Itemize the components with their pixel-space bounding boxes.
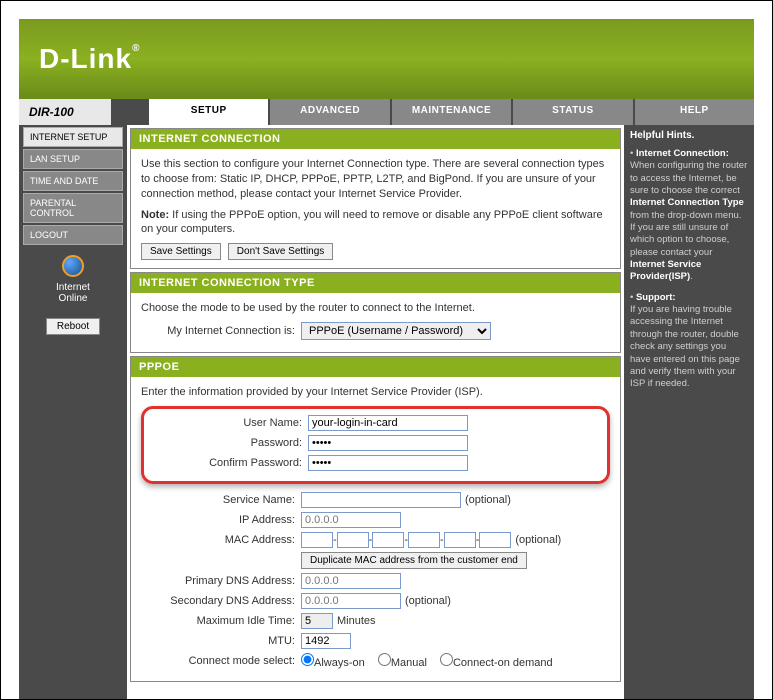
status-line2: Online [59, 293, 88, 304]
sidebar-item-time-date[interactable]: TIME AND DATE [23, 171, 123, 191]
password-label: Password: [148, 437, 308, 449]
hints-title: Helpful Hints. [630, 129, 748, 142]
mac-seg-1[interactable] [301, 532, 333, 548]
radio-manual-label[interactable]: Manual [391, 657, 437, 669]
pdns-label: Primary DNS Address: [141, 575, 301, 587]
status-line1: Internet [56, 282, 90, 293]
mtu-input[interactable] [301, 633, 351, 649]
tab-status[interactable]: STATUS [513, 99, 632, 125]
reboot-button[interactable]: Reboot [46, 318, 100, 335]
idle-label: Maximum Idle Time: [141, 615, 301, 627]
service-input[interactable] [301, 492, 461, 508]
confirm-password-input[interactable] [308, 455, 468, 471]
nav-row: DIR-100 SETUP ADVANCED MAINTENANCE STATU… [19, 99, 754, 125]
panel-connection-type: INTERNET CONNECTION TYPE Choose the mode… [130, 272, 621, 353]
hint-1: • Internet Connection:When configuring t… [630, 148, 748, 284]
mac-seg-4[interactable] [408, 532, 440, 548]
credentials-highlight: User Name: Password: Confirm Password: [141, 406, 610, 484]
mac-label: MAC Address: [141, 534, 301, 546]
sidebar-item-lan-setup[interactable]: LAN SETUP [23, 149, 123, 169]
ip-label: IP Address: [141, 514, 301, 526]
conn-type-label: My Internet Connection is: [141, 325, 301, 337]
conn-desc: Use this section to configure your Inter… [141, 157, 610, 202]
panel-internet-connection: INTERNET CONNECTION Use this section to … [130, 128, 621, 269]
conn-type-select[interactable]: PPPoE (Username / Password) [301, 322, 491, 340]
model-label: DIR-100 [19, 99, 119, 125]
save-settings-button[interactable]: Save Settings [141, 243, 221, 260]
hint-2: • Support:If you are having trouble acce… [630, 292, 748, 391]
duplicate-mac-button[interactable]: Duplicate MAC address from the customer … [301, 552, 527, 569]
sidebar-item-parental[interactable]: PARENTAL CONTROL [23, 193, 123, 223]
pdns-input[interactable] [301, 573, 401, 589]
confirm-password-label: Confirm Password: [148, 457, 308, 469]
idle-unit: Minutes [337, 615, 376, 627]
ip-input[interactable] [301, 512, 401, 528]
conn-note: Note: If using the PPPoE option, you wil… [141, 208, 610, 238]
sdns-optional: (optional) [405, 595, 451, 607]
sidebar: INTERNET SETUP LAN SETUP TIME AND DATE P… [19, 125, 127, 699]
panel-pppoe: PPPOE Enter the information provided by … [130, 356, 621, 682]
radio-manual[interactable] [378, 653, 391, 666]
internet-status: Internet Online Reboot [23, 255, 123, 335]
idle-input[interactable] [301, 613, 333, 629]
sidebar-item-logout[interactable]: LOGOUT [23, 225, 123, 245]
sidebar-item-internet-setup[interactable]: INTERNET SETUP [23, 127, 123, 147]
username-input[interactable] [308, 415, 468, 431]
tab-maintenance[interactable]: MAINTENANCE [392, 99, 511, 125]
connect-mode-label: Connect mode select: [141, 655, 301, 667]
main-tabs: SETUP ADVANCED MAINTENANCE STATUS HELP [149, 99, 754, 125]
tab-help[interactable]: HELP [635, 99, 754, 125]
service-label: Service Name: [141, 494, 301, 506]
main-content: INTERNET CONNECTION Use this section to … [127, 125, 624, 699]
logo: D-Link® [39, 43, 140, 75]
globe-icon [62, 255, 84, 277]
header: D-Link® [19, 19, 754, 99]
username-label: User Name: [148, 417, 308, 429]
panel-head-conn: INTERNET CONNECTION [131, 129, 620, 149]
sdns-label: Secondary DNS Address: [141, 595, 301, 607]
panel-head-pppoe: PPPOE [131, 357, 620, 377]
mac-optional: (optional) [515, 534, 561, 546]
tab-setup[interactable]: SETUP [149, 99, 268, 125]
pppoe-desc: Enter the information provided by your I… [141, 385, 610, 400]
mac-seg-2[interactable] [337, 532, 369, 548]
mac-seg-3[interactable] [372, 532, 404, 548]
service-optional: (optional) [465, 494, 511, 506]
radio-on-demand[interactable] [440, 653, 453, 666]
password-input[interactable] [308, 435, 468, 451]
mtu-label: MTU: [141, 635, 301, 647]
sdns-input[interactable] [301, 593, 401, 609]
tab-advanced[interactable]: ADVANCED [270, 99, 389, 125]
radio-always-on-label[interactable]: Always-on [314, 657, 375, 669]
type-desc: Choose the mode to be used by the router… [141, 301, 610, 316]
mac-seg-6[interactable] [479, 532, 511, 548]
radio-on-demand-label[interactable]: Connect-on demand [453, 657, 563, 669]
helpful-hints: Helpful Hints. • Internet Connection:Whe… [624, 125, 754, 699]
mac-seg-5[interactable] [444, 532, 476, 548]
panel-head-type: INTERNET CONNECTION TYPE [131, 273, 620, 293]
dont-save-button[interactable]: Don't Save Settings [228, 243, 334, 260]
radio-always-on[interactable] [301, 653, 314, 666]
